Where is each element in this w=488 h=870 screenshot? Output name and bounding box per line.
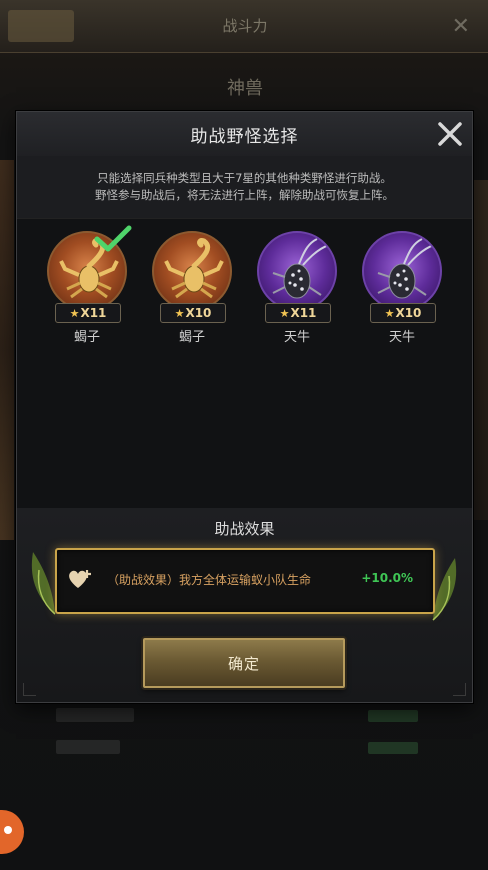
star-level-badge: ★X11 xyxy=(55,303,121,323)
background-side-decoration xyxy=(0,160,14,540)
description-line-1: 只能选择同兵种类型且大于7星的其他种类野怪进行助战。 xyxy=(97,171,392,185)
star-level-text: X10 xyxy=(185,306,212,320)
close-button[interactable] xyxy=(434,118,466,150)
star-level-badge: ★X10 xyxy=(160,303,226,323)
background-row xyxy=(56,740,120,754)
assist-monster-dialog: 助战野怪选择 只能选择同兵种类型且大于7星的其他种类野怪进行助战。 野怪参与助战… xyxy=(16,111,473,703)
star-icon: ★ xyxy=(174,307,185,320)
monster-name: 蝎子 xyxy=(73,330,100,345)
assist-effect-row: （助战效果）我方全体运输蚁小队生命 +10.0% xyxy=(55,548,435,614)
dialog-header: 助战野怪选择 xyxy=(17,112,472,157)
monster-portrait xyxy=(362,231,442,311)
monster-card-scorpion-x11[interactable]: ★X11 蝎子 xyxy=(43,225,133,351)
corner-decoration xyxy=(23,683,36,696)
effect-value: +10.0% xyxy=(361,571,413,585)
longhorn-beetle-icon xyxy=(377,238,435,299)
background-top-bar: 战斗力 ✕ xyxy=(0,0,488,53)
monster-card-beetle-x11[interactable]: ★X11 天牛 xyxy=(253,231,343,351)
star-icon: ★ xyxy=(384,307,395,320)
background-row-value xyxy=(368,710,418,722)
star-icon: ★ xyxy=(279,307,290,320)
description-line-2: 野怪参与助战后，将无法进行上阵，解除助战可恢复上阵。 xyxy=(95,188,394,202)
monster-portrait xyxy=(152,231,232,311)
corner-decoration xyxy=(453,683,466,696)
star-level-text: X10 xyxy=(395,306,422,320)
assist-effect-section: 助战效果 （助战效果）我方全体运输蚁小队生命 +10.0% 确定 xyxy=(17,508,472,702)
effect-section-title: 助战效果 xyxy=(214,520,275,538)
monster-card-scorpion-x10[interactable]: ★X10 蝎子 xyxy=(148,231,238,351)
background-row-value xyxy=(368,742,418,754)
monster-name: 蝎子 xyxy=(178,330,205,345)
star-level-text: X11 xyxy=(290,306,317,320)
close-icon xyxy=(438,122,462,146)
star-icon: ★ xyxy=(69,307,80,320)
confirm-button[interactable]: 确定 xyxy=(143,638,345,688)
dialog-description: 只能选择同兵种类型且大于7星的其他种类野怪进行助战。 野怪参与助战后，将无法进行… xyxy=(17,170,472,204)
longhorn-beetle-icon xyxy=(272,238,330,299)
effect-description: （助战效果）我方全体运输蚁小队生命 xyxy=(107,573,312,587)
selected-check-icon xyxy=(94,225,132,252)
background-subtitle: 神兽 xyxy=(227,78,263,99)
star-level-badge: ★X10 xyxy=(370,303,436,323)
monster-name: 天牛 xyxy=(388,330,415,345)
scorpion-icon xyxy=(164,238,224,299)
monster-card-beetle-x10[interactable]: ★X10 天牛 xyxy=(358,231,448,351)
background-close-icon: ✕ xyxy=(451,14,470,39)
monster-portrait xyxy=(257,231,337,311)
background-title: 战斗力 xyxy=(222,17,268,35)
background-row xyxy=(56,708,134,722)
monster-list: ★X11 蝎子 ★X10 蝎子 ★X11 天牛 ★X10 天牛 xyxy=(17,218,472,510)
background-side-decoration-right xyxy=(474,180,488,520)
dialog-title: 助战野怪选择 xyxy=(190,127,299,147)
confirm-button-label: 确定 xyxy=(227,655,260,673)
monster-name: 天牛 xyxy=(283,330,310,345)
heart-plus-icon xyxy=(69,570,91,588)
star-level-badge: ★X11 xyxy=(265,303,331,323)
star-level-text: X11 xyxy=(80,306,107,320)
background-back-button xyxy=(8,10,74,42)
